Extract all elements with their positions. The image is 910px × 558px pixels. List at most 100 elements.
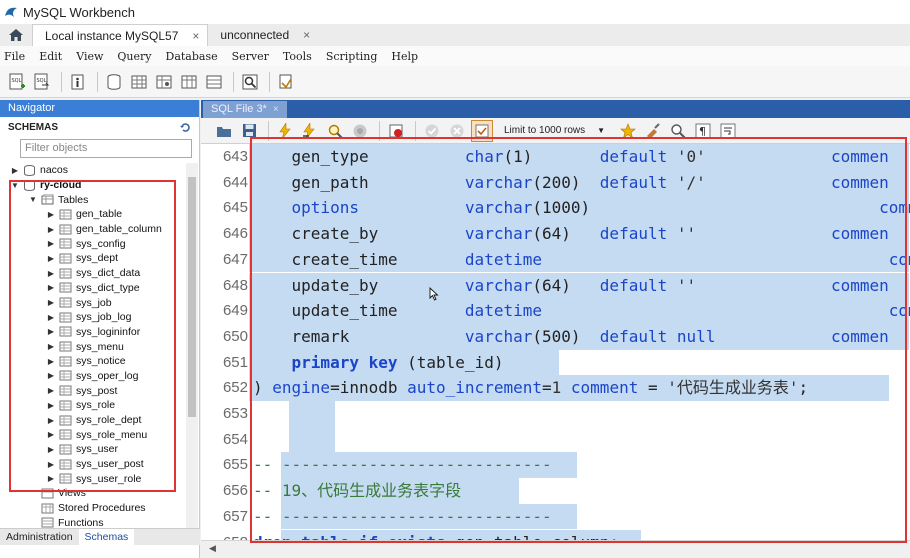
tree-item-sys-dict-type[interactable]: ▶ sys_dict_type — [0, 281, 186, 296]
collapsed-arrow-icon[interactable]: ▶ — [10, 166, 20, 175]
code-line[interactable]: 643 gen_type char(1) default '0' commen — [201, 144, 910, 170]
code-line[interactable]: 646 create_by varchar(64) default '' com… — [201, 221, 910, 247]
tree-item-sys-config[interactable]: ▶ sys_config — [0, 236, 186, 251]
collapsed-arrow-icon[interactable]: ▶ — [46, 460, 56, 469]
expanded-arrow-icon[interactable]: ▼ — [28, 195, 38, 204]
reconnect-button[interactable] — [275, 71, 297, 93]
tree-item-gen-table-column[interactable]: ▶ gen_table_column — [0, 222, 186, 237]
collapsed-arrow-icon[interactable]: ▶ — [46, 210, 56, 219]
collapsed-arrow-icon[interactable]: ▶ — [46, 416, 56, 425]
tree-item-sys-notice[interactable]: ▶ sys_notice — [0, 354, 186, 369]
tree-item-sys-menu[interactable]: ▶ sys_menu — [0, 339, 186, 354]
filter-objects-input[interactable]: Filter objects — [20, 139, 192, 158]
limit-rows-select[interactable]: Limit to 1000 rows ▼ — [500, 123, 609, 139]
code-line[interactable]: 647 create_time datetime commen — [201, 246, 910, 273]
code-line[interactable]: 648 update_by varchar(64) default '' com… — [201, 272, 910, 299]
code-line[interactable]: 658 drop table if exists gen_table_column… — [201, 529, 910, 540]
collapsed-arrow-icon[interactable]: ▶ — [46, 225, 56, 234]
tree-item-tables[interactable]: ▼ Tables — [0, 192, 186, 207]
tree-item-sys-role-menu[interactable]: ▶ sys_role_menu — [0, 427, 186, 442]
code-line[interactable]: 655 -- ---------------------------- — [201, 452, 910, 479]
tab-administration[interactable]: Administration — [0, 529, 79, 545]
collapsed-arrow-icon[interactable]: ▶ — [46, 298, 56, 307]
code-line[interactable]: 645 options varchar(1000) commen — [201, 195, 910, 222]
collapsed-arrow-icon[interactable]: ▶ — [46, 327, 56, 336]
menu-file[interactable]: File — [4, 50, 25, 63]
collapsed-arrow-icon[interactable]: ▶ — [46, 313, 56, 322]
create-table-button[interactable] — [128, 71, 150, 93]
tab-schemas[interactable]: Schemas — [78, 529, 135, 545]
tree-item-sys-dict-data[interactable]: ▶ sys_dict_data — [0, 266, 186, 281]
invisible-chars-button[interactable]: ¶ — [692, 120, 714, 142]
open-sql-script-button[interactable]: SQL — [31, 71, 53, 93]
inspector-button[interactable] — [67, 71, 89, 93]
collapsed-arrow-icon[interactable]: ▶ — [46, 357, 56, 366]
close-icon[interactable]: × — [273, 104, 279, 115]
collapsed-arrow-icon[interactable]: ▶ — [46, 239, 56, 248]
tree-item-sys-user-post[interactable]: ▶ sys_user_post — [0, 457, 186, 472]
code-line[interactable]: 654 — [201, 426, 910, 453]
code-line[interactable]: 653 — [201, 401, 910, 427]
create-function-button[interactable] — [203, 71, 225, 93]
rollback-button[interactable] — [446, 120, 468, 142]
autocommit-toggle-button[interactable] — [471, 119, 493, 142]
execute-button[interactable] — [274, 120, 296, 142]
menu-scripting[interactable]: Scripting — [326, 50, 378, 63]
collapsed-arrow-icon[interactable]: ▶ — [46, 254, 56, 263]
explain-button[interactable] — [324, 120, 346, 142]
tree-item-sys-job-log[interactable]: ▶ sys_job_log — [0, 310, 186, 325]
code-line[interactable]: 649 update_time datetime commen — [201, 298, 910, 324]
code-line[interactable]: 657 -- ---------------------------- — [201, 503, 910, 530]
collapsed-arrow-icon[interactable]: ▶ — [46, 401, 56, 410]
code-line[interactable]: 652) engine=innodb auto_increment=1 comm… — [201, 375, 910, 401]
create-procedure-button[interactable] — [178, 71, 200, 93]
save-button[interactable] — [238, 120, 260, 142]
tree-item-sys-dept[interactable]: ▶ sys_dept — [0, 251, 186, 266]
tree-item-stored-procedures[interactable]: Stored Procedures — [0, 501, 186, 516]
commit-button[interactable] — [421, 120, 443, 142]
tree-item-sys-user-role[interactable]: ▶ sys_user_role — [0, 471, 186, 486]
tree-item-sys-job[interactable]: ▶ sys_job — [0, 295, 186, 310]
search-table-data-button[interactable] — [239, 71, 261, 93]
find-button[interactable] — [667, 120, 689, 142]
collapsed-arrow-icon[interactable]: ▶ — [46, 269, 56, 278]
menu-edit[interactable]: Edit — [39, 50, 62, 63]
menu-database[interactable]: Database — [166, 50, 218, 63]
word-wrap-button[interactable] — [717, 120, 739, 142]
editor-horizontal-scrollbar[interactable]: ◀ — [201, 540, 910, 558]
code-line[interactable]: 650 remark varchar(500) default null com… — [201, 323, 910, 350]
add-snippet-button[interactable] — [617, 120, 639, 142]
tree-item-sys-logininfor[interactable]: ▶ sys_logininfor — [0, 325, 186, 340]
menu-view[interactable]: View — [76, 50, 103, 63]
tree-item-views[interactable]: Views — [0, 486, 186, 501]
collapsed-arrow-icon[interactable]: ▶ — [46, 474, 56, 483]
tab-unconnected[interactable]: unconnected × — [208, 24, 318, 46]
collapsed-arrow-icon[interactable]: ▶ — [46, 445, 56, 454]
tree-item-nacos[interactable]: ▶ nacos — [0, 163, 186, 178]
new-sql-tab-button[interactable]: SQL — [6, 71, 28, 93]
tree-item-ry-cloud[interactable]: ▼ ry-cloud — [0, 178, 186, 193]
collapsed-arrow-icon[interactable]: ▶ — [46, 371, 56, 380]
tree-item-sys-role-dept[interactable]: ▶ sys_role_dept — [0, 413, 186, 428]
refresh-icon[interactable] — [180, 122, 191, 133]
code-line[interactable]: 656 -- 19、代码生成业务表字段 — [201, 478, 910, 504]
tree-item-sys-user[interactable]: ▶ sys_user — [0, 442, 186, 457]
collapsed-arrow-icon[interactable]: ▶ — [46, 430, 56, 439]
menu-server[interactable]: Server — [232, 50, 269, 63]
create-schema-button[interactable] — [103, 71, 125, 93]
collapsed-arrow-icon[interactable]: ▶ — [46, 283, 56, 292]
collapsed-arrow-icon[interactable]: ▶ — [46, 342, 56, 351]
tab-local-instance[interactable]: Local instance MySQL57 × — [32, 24, 209, 46]
open-file-button[interactable] — [213, 120, 235, 142]
tree-item-sys-role[interactable]: ▶ sys_role — [0, 398, 186, 413]
tree-item-gen-table[interactable]: ▶ gen_table — [0, 207, 186, 222]
tab-sql-file[interactable]: SQL File 3* × — [203, 101, 287, 118]
scrollbar-thumb[interactable] — [188, 177, 196, 417]
menu-help[interactable]: Help — [391, 50, 418, 63]
close-icon[interactable]: × — [192, 29, 199, 43]
create-view-button[interactable] — [153, 71, 175, 93]
menu-tools[interactable]: Tools — [283, 50, 312, 63]
navigator-scrollbar[interactable] — [186, 163, 198, 533]
collapsed-arrow-icon[interactable]: ▶ — [46, 386, 56, 395]
scroll-left-arrow-icon[interactable]: ◀ — [209, 543, 216, 554]
